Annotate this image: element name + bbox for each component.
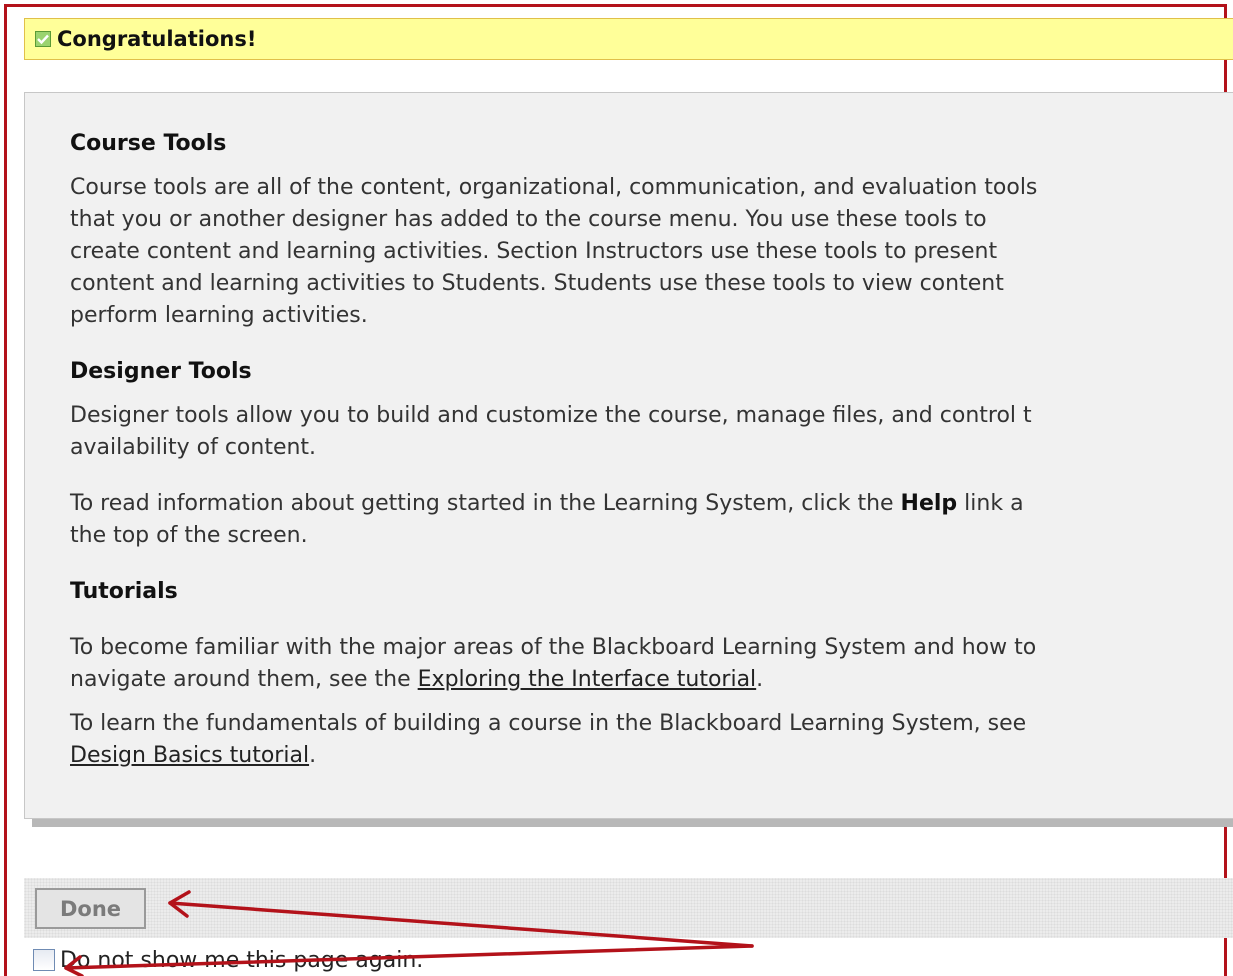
text-line: To learn the fundamentals of building a … <box>70 711 1027 736</box>
congratulations-banner: Congratulations! <box>24 18 1233 60</box>
text-segment: . <box>309 743 317 768</box>
course-tools-description: Course tools are all of the content, org… <box>70 172 1037 332</box>
do-not-show-again-checkbox[interactable] <box>33 949 55 971</box>
text-line: content and learning activities to Stude… <box>70 271 1004 296</box>
text-line: the top of the screen. <box>70 523 308 548</box>
text-line: To read information about getting starte… <box>70 488 1024 520</box>
banner-title: Congratulations! <box>57 27 257 51</box>
tutorials-heading: Tutorials <box>70 579 178 604</box>
exploring-interface-tutorial-link[interactable]: Exploring the Interface tutorial <box>418 667 757 692</box>
designer-tools-heading: Designer Tools <box>70 359 252 384</box>
text-line: navigate around them, see the Exploring … <box>70 664 1036 696</box>
tutorials-paragraph-1: To become familiar with the major areas … <box>70 632 1036 696</box>
text-line: To become familiar with the major areas … <box>70 635 1037 660</box>
done-button[interactable]: Done <box>35 888 146 929</box>
text-line: create content and learning activities. … <box>70 239 998 264</box>
text-segment: navigate around them, see the <box>70 667 418 692</box>
text-line: availability of content. <box>70 435 317 460</box>
button-strip <box>24 878 1233 938</box>
do-not-show-again-option[interactable]: Do not show me this page again. <box>33 945 423 975</box>
text-line: that you or another designer has added t… <box>70 207 987 232</box>
help-text-before: To read information about getting starte… <box>70 491 901 516</box>
checkmark-icon <box>35 31 51 47</box>
text-segment: . <box>756 667 764 692</box>
designer-tools-description: Designer tools allow you to build and cu… <box>70 400 1032 464</box>
course-tools-heading: Course Tools <box>70 131 227 156</box>
help-text-after: link a <box>957 491 1024 516</box>
do-not-show-again-label[interactable]: Do not show me this page again. <box>60 948 423 973</box>
text-line: perform learning activities. <box>70 303 368 328</box>
help-instructions: To read information about getting starte… <box>70 488 1024 552</box>
text-line: Design Basics tutorial. <box>70 740 1026 772</box>
text-line: Designer tools allow you to build and cu… <box>70 403 1032 428</box>
tutorials-paragraph-2: To learn the fundamentals of building a … <box>70 708 1026 772</box>
info-panel: Course Tools Course tools are all of the… <box>24 92 1233 819</box>
design-basics-tutorial-link[interactable]: Design Basics tutorial <box>70 743 309 768</box>
text-line: Course tools are all of the content, org… <box>70 175 1038 200</box>
help-bold-text: Help <box>900 491 958 516</box>
